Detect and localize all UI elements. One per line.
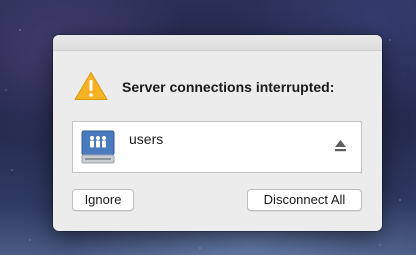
server-list: users: [72, 121, 362, 173]
server-name: users: [129, 131, 164, 147]
network-server-icon: [81, 130, 115, 164]
dialog-title: Server connections interrupted:: [122, 79, 335, 95]
server-interrupted-dialog: Server connections interrupted: users Ig…: [53, 35, 382, 231]
ignore-button[interactable]: Ignore: [72, 189, 134, 211]
desktop-background: Server connections interrupted: users Ig…: [0, 0, 416, 255]
dialog-titlebar[interactable]: [53, 35, 382, 51]
warning-triangle-icon: [74, 72, 108, 100]
eject-icon[interactable]: [334, 139, 347, 153]
disconnect-all-button[interactable]: Disconnect All: [247, 189, 362, 211]
